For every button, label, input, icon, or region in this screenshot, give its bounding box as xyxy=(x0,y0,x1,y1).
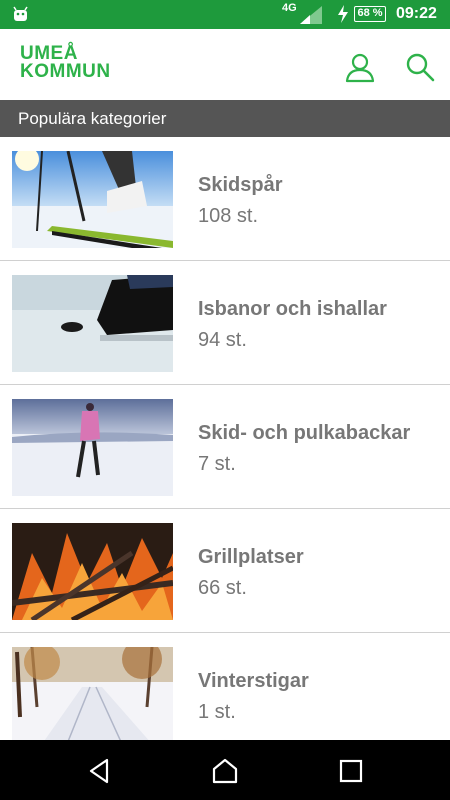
list-item[interactable]: Grillplatser 66 st. xyxy=(0,509,450,633)
winter-trail-image xyxy=(12,647,173,740)
list-item[interactable]: Skidspår 108 st. xyxy=(0,137,450,261)
back-icon[interactable] xyxy=(85,756,115,786)
battery-level: 68 % xyxy=(357,7,383,19)
category-count: 108 st. xyxy=(198,205,259,227)
network-type: 4G xyxy=(282,2,297,14)
category-title: Isbanor och ishallar xyxy=(198,298,387,320)
category-title: Skid- och pulkabackar xyxy=(198,422,411,444)
category-title: Skidspår xyxy=(198,174,283,196)
list-item[interactable]: Skid- och pulkabackar 7 st. xyxy=(0,385,450,509)
fireplace-image xyxy=(12,523,173,620)
ski-track-image xyxy=(12,151,173,248)
ice-rink-image xyxy=(12,275,173,372)
search-icon[interactable] xyxy=(404,51,436,83)
list-item[interactable]: Vinterstigar 1 st. xyxy=(0,633,450,740)
user-icon[interactable] xyxy=(344,51,376,83)
app-bar: UMEÅ KOMMUN xyxy=(0,29,450,100)
home-icon[interactable] xyxy=(210,756,240,786)
category-list: Skidspår 108 st. Isbanor och ishallar 94… xyxy=(0,137,450,740)
logo-line-2: KOMMUN xyxy=(20,61,111,82)
category-title: Vinterstigar xyxy=(198,670,309,692)
navigation-bar xyxy=(0,740,450,800)
list-item[interactable]: Isbanor och ishallar 94 st. xyxy=(0,261,450,385)
recents-icon[interactable] xyxy=(336,756,366,786)
category-count: 1 st. xyxy=(198,701,236,723)
category-count: 94 st. xyxy=(198,329,247,351)
umea-kommun-logo[interactable]: UMEÅ KOMMUN xyxy=(20,44,115,85)
category-count: 66 st. xyxy=(198,577,247,599)
charging-icon xyxy=(338,5,348,23)
category-count: 7 st. xyxy=(198,453,236,475)
clock: 09:22 xyxy=(396,5,437,22)
section-header: Populära kategorier xyxy=(0,100,450,137)
sledding-hill-image xyxy=(12,399,173,496)
battery-icon: 68 % xyxy=(354,6,386,22)
category-title: Grillplatser xyxy=(198,546,304,568)
android-icon xyxy=(13,6,28,21)
status-bar: 4G 68 % 09:22 xyxy=(0,0,450,29)
signal-icon xyxy=(300,6,322,24)
